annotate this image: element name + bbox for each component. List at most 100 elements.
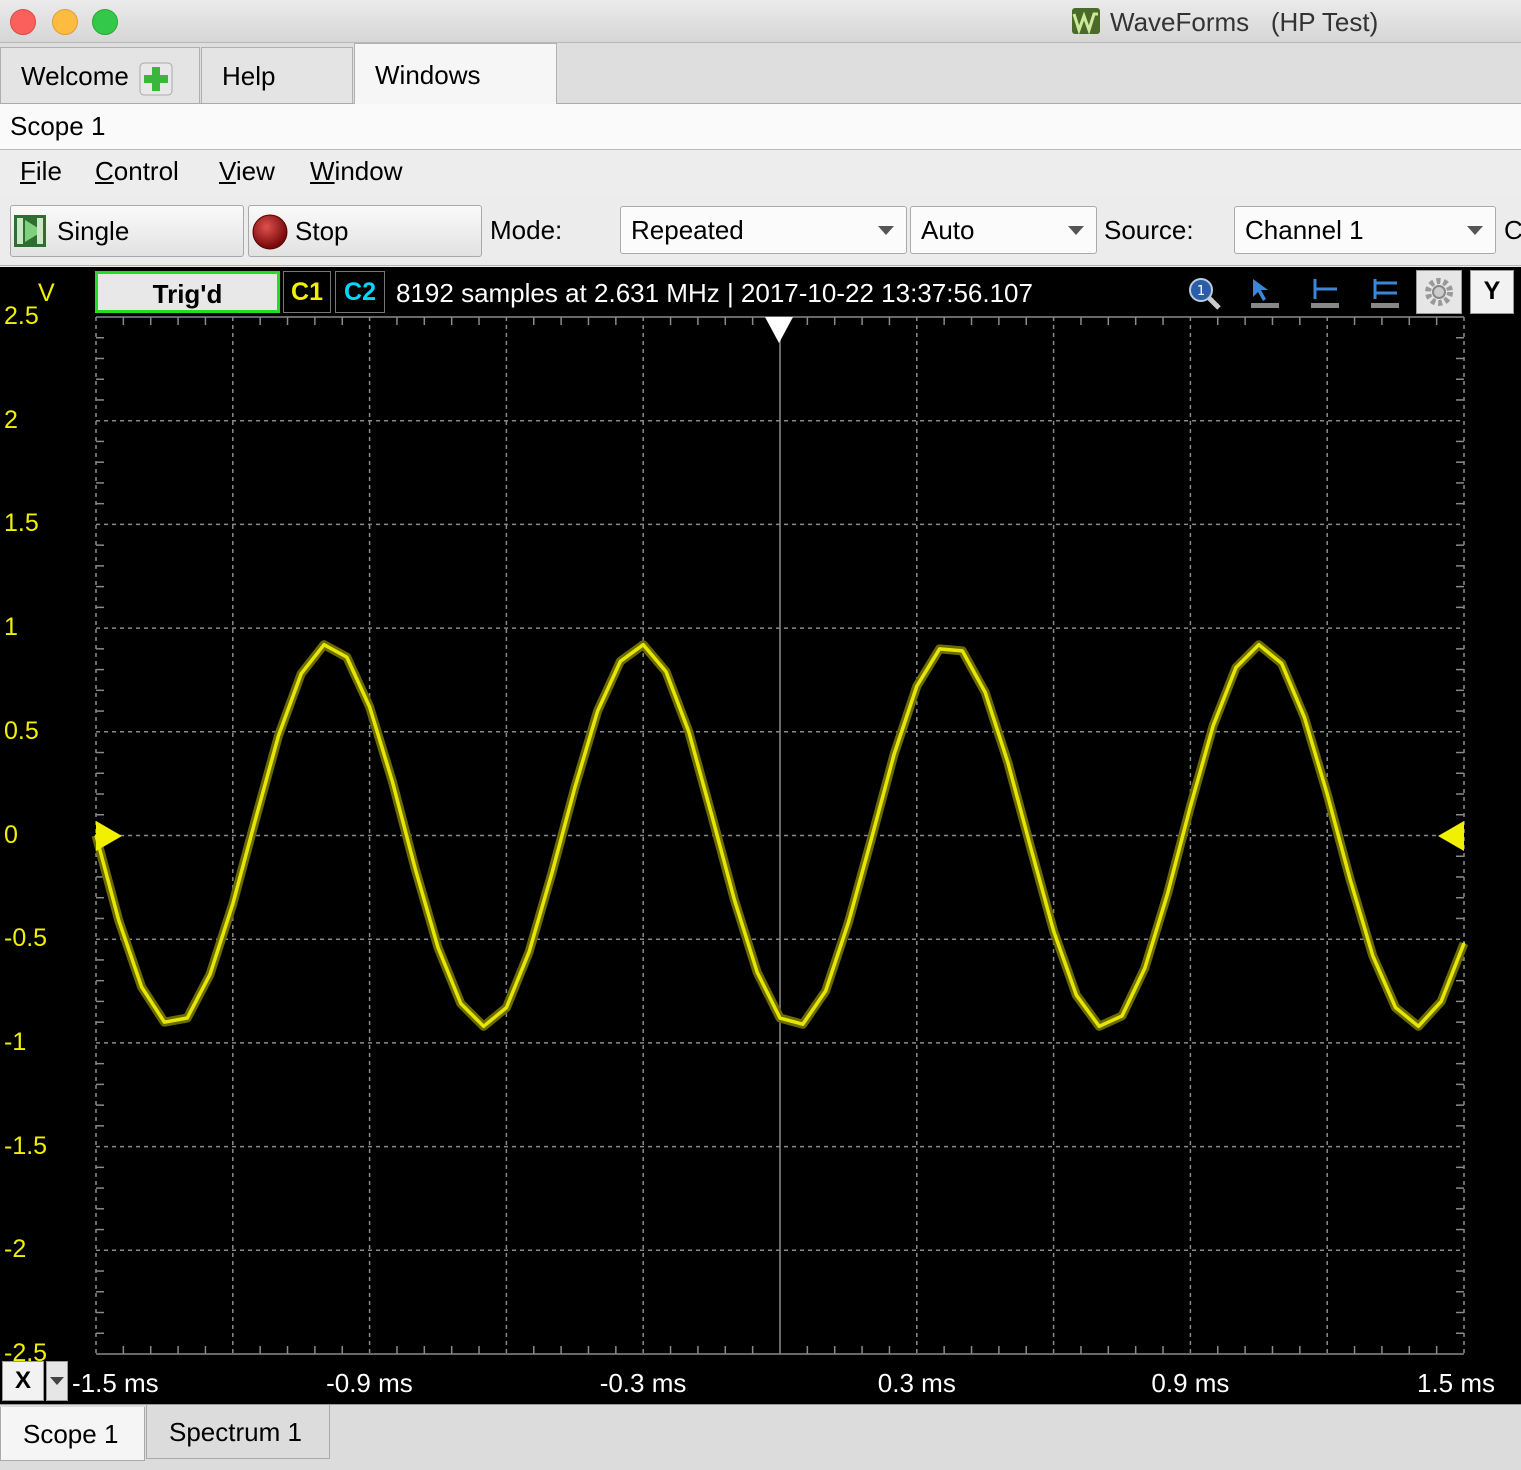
trace-point (1006, 761, 1010, 765)
trace-point (1052, 929, 1055, 933)
trace-point (505, 1006, 508, 1009)
y-tick-label: 0.5 (4, 716, 39, 745)
mode-label: Mode: (490, 215, 563, 245)
trace-point (573, 786, 576, 789)
trace-point (231, 902, 234, 906)
trace-point (1303, 716, 1306, 719)
menu-view-mnemonic: V (219, 156, 236, 186)
trace-point (1371, 954, 1375, 957)
trigger-auto-select[interactable]: Auto (910, 206, 1097, 254)
y-tick-label: 2.5 (4, 302, 39, 330)
channel-1-offset-marker-left[interactable] (96, 821, 122, 851)
waveform-plot[interactable] (0, 267, 1521, 1404)
stop-icon (252, 214, 288, 250)
trace-point (163, 1020, 166, 1024)
x-tick-label: 1.5 ms (1417, 1368, 1496, 1398)
truncated-label: C (1504, 215, 1521, 245)
trace-point (733, 898, 736, 901)
trace-point (528, 950, 531, 953)
minimize-window-button[interactable] (52, 9, 78, 35)
y-tick-label: 1 (4, 613, 18, 642)
stop-button[interactable]: Stop (248, 205, 482, 257)
x-tick-label: 0.3 ms (877, 1368, 956, 1398)
tab-scope-1[interactable]: Scope 1 (0, 1407, 145, 1461)
trace-point (984, 691, 987, 694)
scope-plot-panel: V Trig'd C1 C2 8192 samples at 2.631 MHz… (0, 267, 1521, 1404)
chevron-down-icon (1467, 226, 1483, 235)
menu-file[interactable]: File (20, 156, 62, 187)
x-tick-label: -0.9 ms (326, 1368, 413, 1398)
menu-view[interactable]: View (219, 156, 275, 187)
trace-point (1462, 942, 1466, 945)
tab-welcome[interactable]: Welcome (0, 47, 200, 103)
trace-point (619, 660, 622, 663)
trace-point (1326, 792, 1329, 796)
menu-window[interactable]: Window (310, 156, 402, 187)
close-window-button[interactable] (10, 9, 36, 35)
source-select[interactable]: Channel 1 (1234, 206, 1496, 254)
trace-point (756, 971, 759, 974)
trace-point (550, 871, 554, 875)
source-label: Source: (1104, 215, 1194, 245)
trace-point (847, 921, 850, 924)
trace-point (710, 813, 713, 816)
tab-spectrum-1[interactable]: Spectrum 1 (146, 1405, 330, 1459)
trace-point (1166, 892, 1169, 895)
trace-point (824, 989, 827, 993)
window-titlebar: WaveForms (HP Test) (0, 0, 1521, 43)
trace-point (1440, 1000, 1443, 1003)
add-tab-icon[interactable] (139, 62, 173, 96)
trace-point (664, 670, 668, 673)
trace-point (915, 684, 918, 688)
trace-point (459, 1002, 462, 1005)
menu-bar: File Control View Window (0, 150, 1521, 194)
chevron-down-icon (1068, 226, 1084, 235)
trace-point (368, 705, 371, 709)
trace-point (1189, 805, 1192, 808)
trace-point (892, 753, 896, 756)
trace-point (277, 734, 280, 738)
menu-file-label: ile (35, 156, 62, 186)
single-run-icon (14, 215, 46, 247)
trace-point (186, 1016, 189, 1020)
mode-select-value: Repeated (631, 215, 744, 245)
window-title: WaveForms (HP Test) (1110, 7, 1379, 37)
stop-button-label: Stop (295, 216, 349, 246)
trace-point (254, 817, 257, 821)
trace-point (1143, 967, 1147, 970)
trigger-auto-value: Auto (921, 215, 975, 245)
x-tick-label: -0.3 ms (599, 1368, 687, 1398)
trigger-level-marker-right[interactable] (1438, 821, 1464, 851)
scope-title: Scope 1 (10, 111, 106, 141)
trace-point (1212, 724, 1215, 727)
trace-point (596, 709, 599, 713)
maximize-window-button[interactable] (92, 9, 118, 35)
single-button-label: Single (57, 216, 130, 246)
x-tick-label: 0.9 ms (1151, 1368, 1230, 1398)
trace-point (300, 672, 303, 675)
menu-view-label: iew (235, 156, 275, 186)
trace-point (778, 1016, 782, 1020)
tab-help[interactable]: Help (201, 47, 353, 103)
waveforms-logo-icon (1072, 8, 1100, 35)
menu-window-mnemonic: W (310, 156, 335, 186)
y-tick-label: 1.5 (4, 509, 39, 538)
menu-control[interactable]: Control (95, 156, 179, 187)
tab-windows[interactable]: Windows (354, 43, 557, 104)
chevron-down-icon (878, 226, 894, 235)
x-axis-dropdown[interactable] (46, 1361, 68, 1401)
menu-control-mnemonic: C (95, 156, 114, 186)
y-tick-label: -0.5 (4, 924, 48, 953)
mode-select[interactable]: Repeated (620, 206, 907, 254)
trace-point (1098, 1025, 1101, 1028)
trace-point (345, 655, 348, 659)
trace-point (1234, 666, 1238, 669)
x-axis-button[interactable]: X (2, 1361, 44, 1401)
trace-point (208, 973, 212, 976)
trace-point (801, 1023, 804, 1026)
trigger-position-marker[interactable] (765, 317, 793, 343)
menu-control-label: ontrol (113, 156, 179, 186)
y-tick-label: -1 (4, 1027, 27, 1056)
single-button[interactable]: Single (10, 205, 244, 257)
trace-point (436, 946, 440, 949)
